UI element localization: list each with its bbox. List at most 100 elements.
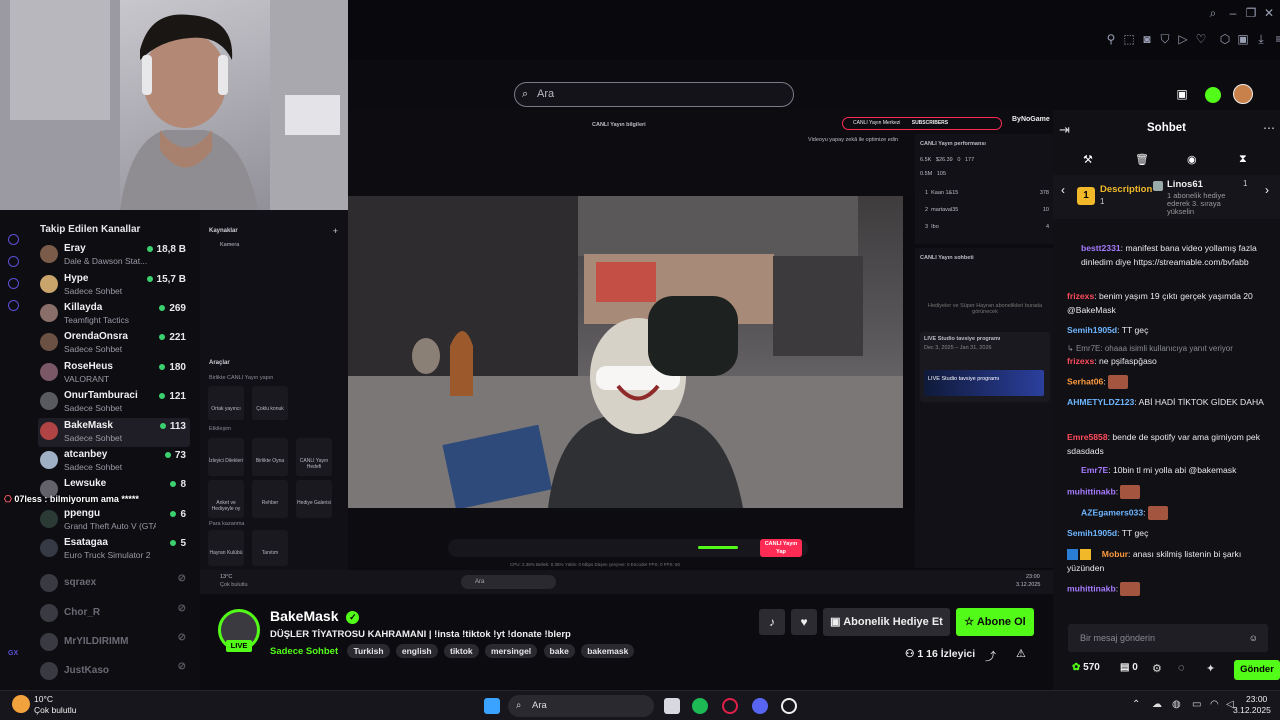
tag[interactable]: bake bbox=[543, 644, 575, 658]
extensions-icon[interactable]: ⬡ bbox=[1218, 32, 1232, 46]
hourglass-icon[interactable]: ⧗ bbox=[1239, 153, 1247, 166]
report-icon[interactable]: ⚠ bbox=[1016, 647, 1026, 660]
weather-icon[interactable] bbox=[12, 695, 30, 713]
chat-username[interactable]: AHMETYLDZ123 bbox=[1067, 397, 1134, 407]
stream-category[interactable]: Sadece Sohbet bbox=[270, 646, 338, 657]
settings-gear-icon[interactable]: ⚙ bbox=[1152, 662, 1162, 675]
camera-icon[interactable]: ◙ bbox=[1140, 32, 1154, 46]
fan-club-tool[interactable]: Hayran Kulübü bbox=[208, 530, 244, 566]
pin-icon[interactable]: ⚲ bbox=[1104, 32, 1118, 46]
gift-subscription-button[interactable]: ▣ Abonelik Hediye Et bbox=[823, 608, 950, 636]
sidebar-item-channel[interactable]: RoseHeus VALORANT 180 bbox=[38, 359, 190, 388]
chat-username[interactable]: frizexs bbox=[1067, 291, 1094, 301]
bot-icon[interactable]: ✦ bbox=[1206, 662, 1215, 675]
volume-level[interactable] bbox=[698, 546, 738, 549]
chat-username[interactable]: AZEgamers033 bbox=[1081, 507, 1143, 517]
live-goal-tool[interactable]: CANLI Yayın Hedefi bbox=[296, 438, 332, 476]
settings-icon[interactable] bbox=[8, 300, 19, 311]
chat-input[interactable]: Bir mesaj gönderin ☺ bbox=[1068, 624, 1268, 652]
opera-icon[interactable] bbox=[722, 698, 738, 714]
control-bar[interactable] bbox=[448, 539, 808, 557]
history-icon[interactable] bbox=[8, 256, 19, 267]
record-icon[interactable]: ▣ bbox=[1174, 87, 1190, 103]
app-icon[interactable] bbox=[781, 698, 797, 714]
subscribe-button[interactable]: ☆ Abone Ol bbox=[956, 608, 1034, 636]
sidebar-item-channel[interactable]: Hype Sadece Sohbet 15,7 B bbox=[38, 271, 190, 300]
chat-username[interactable]: Semih1905d bbox=[1067, 325, 1117, 335]
share-icon[interactable]: ⤴ bbox=[985, 648, 996, 664]
chat-username[interactable]: Mobur bbox=[1102, 549, 1128, 559]
kick-logo-icon[interactable] bbox=[1205, 87, 1221, 103]
windows-start-icon[interactable] bbox=[484, 698, 500, 714]
tag[interactable]: english bbox=[395, 644, 438, 658]
chat-options-icon[interactable]: ◌ bbox=[1178, 662, 1185, 674]
restore-icon[interactable]: ❐ bbox=[1244, 6, 1258, 20]
gift-gallery-tool[interactable]: Hediye Galerisi bbox=[296, 480, 332, 518]
home-icon[interactable] bbox=[8, 234, 19, 245]
user-avatar[interactable] bbox=[1233, 84, 1253, 104]
sidebar-item-offline-channel[interactable]: JustKaso ⊘ bbox=[38, 658, 190, 687]
chat-username[interactable]: frizexs bbox=[1067, 356, 1094, 366]
display-icon[interactable]: ▭ bbox=[1192, 699, 1201, 710]
mic-icon[interactable]: ◍ bbox=[1172, 699, 1181, 710]
go-live-button[interactable]: CANLI Yayın Yap bbox=[760, 539, 802, 557]
wifi-icon[interactable]: ◠ bbox=[1210, 699, 1219, 710]
sidebar-item-offline-channel[interactable]: MrYILDIRIMM ⊘ bbox=[38, 629, 190, 658]
tag[interactable]: mersingel bbox=[485, 644, 538, 658]
tag[interactable]: Turkish bbox=[347, 644, 390, 658]
sidebar-item-channel[interactable]: OnurTamburaci Sadece Sohbet 121 bbox=[38, 388, 190, 417]
taskbar-search[interactable]: ⌕ Ara bbox=[508, 695, 654, 717]
more-options-icon[interactable]: ⋯ bbox=[1263, 121, 1275, 135]
search-input[interactable]: ⌕ Ara bbox=[514, 82, 794, 107]
sidebar-item-offline-channel[interactable]: Chor_R ⊘ bbox=[38, 600, 190, 629]
sidebar-item-channel[interactable]: atcanbey Sadece Sohbet 73 bbox=[38, 447, 190, 476]
chevron-left-icon[interactable]: ‹ bbox=[1061, 183, 1065, 197]
heart-icon[interactable]: ♡ bbox=[1194, 32, 1208, 46]
file-explorer-icon[interactable] bbox=[664, 698, 680, 714]
optimize-hint[interactable]: Videoyu yapay zekâ ile optimize edin bbox=[808, 137, 898, 143]
search-icon[interactable]: ⌕ bbox=[1206, 6, 1220, 20]
discord-icon[interactable] bbox=[752, 698, 768, 714]
trash-icon[interactable]: 🗑 bbox=[1135, 153, 1149, 166]
tag[interactable]: tiktok bbox=[443, 644, 479, 658]
chat-username[interactable]: Emre5858 bbox=[1067, 432, 1108, 442]
cube-icon[interactable]: ▣ bbox=[1236, 32, 1250, 46]
promote-tool[interactable]: Tanıtım bbox=[252, 530, 288, 566]
sidebar-item-channel[interactable]: Eray Dale & Dawson Stat... 18,8 B bbox=[38, 241, 190, 270]
spotify-icon[interactable] bbox=[692, 698, 708, 714]
co-host-tool[interactable]: Ortak yayıncı bbox=[208, 386, 244, 420]
menu-icon[interactable]: ≡ bbox=[1272, 32, 1280, 46]
poll-tool[interactable]: Anket ve Hediyeyle oy bbox=[208, 480, 244, 518]
multi-guest-tool[interactable]: Çoklu konuk bbox=[252, 386, 288, 420]
sidebar-item-channel-selected[interactable]: BakeMask Sadece Sohbet 113 bbox=[38, 418, 190, 447]
sidebar-item-channel[interactable]: Killayda Teamfight Tactics 269 bbox=[38, 300, 190, 329]
explore-icon[interactable] bbox=[8, 278, 19, 289]
chat-username[interactable]: muhittinakb bbox=[1067, 486, 1116, 496]
sidebar-item-channel[interactable]: Esatagaa Euro Truck Simulator 2 5 bbox=[38, 535, 190, 564]
sidebar-item-offline-channel[interactable]: sqraex ⊘ bbox=[38, 570, 190, 599]
promo-banner[interactable]: LIVE Studio tavsiye programı bbox=[924, 370, 1044, 396]
promo-card[interactable]: LIVE Studio tavsiye programı Dec 3, 2025… bbox=[920, 332, 1050, 402]
chat-username[interactable]: bestt2331 bbox=[1081, 243, 1121, 253]
screenshot-icon[interactable]: ⬚ bbox=[1122, 32, 1136, 46]
chat-username[interactable]: Semih1905d bbox=[1067, 528, 1117, 538]
emoji-icon[interactable]: ☺ bbox=[1249, 624, 1258, 652]
chat-bubble-icon[interactable]: ◉ bbox=[1187, 153, 1197, 166]
guide-tool[interactable]: Rehber bbox=[252, 480, 288, 518]
viewer-requests-tool[interactable]: İzleyici Dilekleri bbox=[208, 438, 244, 476]
chat-username[interactable]: Emr7E bbox=[1081, 465, 1108, 475]
play-icon[interactable]: ▷ bbox=[1176, 32, 1190, 46]
source-camera[interactable]: Kamera bbox=[220, 242, 239, 248]
hammer-icon[interactable]: ⚒ bbox=[1083, 153, 1093, 166]
chat-username[interactable]: Serhat06 bbox=[1067, 376, 1103, 386]
add-source-icon[interactable]: + bbox=[333, 226, 338, 236]
notification-bell-button[interactable]: ♪ bbox=[759, 609, 785, 635]
follow-button[interactable]: ♥ bbox=[791, 609, 817, 635]
download-icon[interactable]: ⤓ bbox=[1254, 32, 1268, 46]
send-button[interactable]: Gönder bbox=[1234, 660, 1280, 680]
shield-icon[interactable]: ⛉ bbox=[1158, 32, 1172, 46]
clock-time[interactable]: 23:00 bbox=[1246, 694, 1267, 704]
chat-username[interactable]: muhittinakb bbox=[1067, 583, 1116, 593]
points-display[interactable]: ✿ 570 bbox=[1072, 662, 1100, 673]
sidebar-item-channel[interactable]: ppengu Grand Theft Auto V (GTA) 6 bbox=[38, 506, 190, 535]
